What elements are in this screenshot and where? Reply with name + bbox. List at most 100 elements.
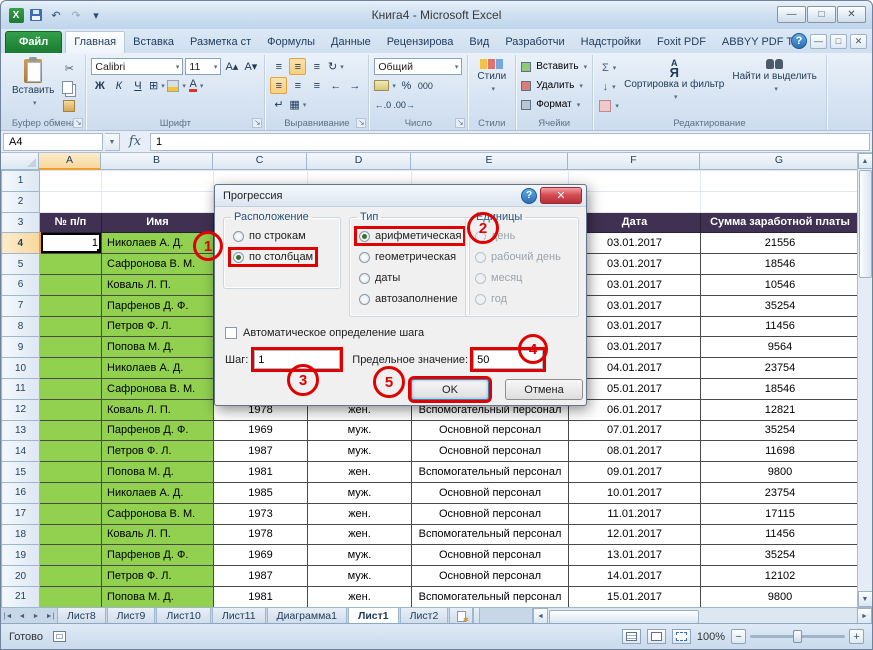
- cell-F15[interactable]: 09.01.2017: [569, 462, 701, 483]
- row-header-12[interactable]: 12: [2, 399, 40, 420]
- view-page-layout-button[interactable]: [647, 629, 666, 644]
- cell-F11[interactable]: 05.01.2017: [569, 378, 701, 399]
- cell-B6[interactable]: Коваль Л. П.: [102, 274, 214, 295]
- cell-A17[interactable]: [40, 503, 102, 524]
- workbook-restore-button[interactable]: □: [830, 34, 847, 49]
- minimize-button[interactable]: —: [777, 6, 806, 23]
- cell-E14[interactable]: Основной персонал: [412, 441, 569, 462]
- cell-G6[interactable]: 10546: [701, 274, 860, 295]
- radio-by-rows[interactable]: по строкам: [231, 229, 308, 243]
- row-header-4[interactable]: 4: [2, 233, 40, 254]
- cell-A12[interactable]: [40, 399, 102, 420]
- scroll-up-icon[interactable]: ▲: [858, 153, 873, 169]
- cell-D20[interactable]: муж.: [308, 566, 412, 587]
- cell-D17[interactable]: жен.: [308, 503, 412, 524]
- cell-B10[interactable]: Николаев А. Д.: [102, 358, 214, 379]
- cell-A7[interactable]: [40, 295, 102, 316]
- vertical-scroll-thumb[interactable]: [859, 170, 872, 278]
- font-color-button[interactable]: А▾: [188, 77, 205, 94]
- cell-F14[interactable]: 08.01.2017: [569, 441, 701, 462]
- cell-F2[interactable]: [569, 191, 701, 212]
- radio-by-columns[interactable]: по столбцам: [231, 250, 315, 264]
- workbook-minimize-button[interactable]: —: [810, 34, 827, 49]
- tab-Разработчи[interactable]: Разработчи: [497, 32, 572, 53]
- save-button[interactable]: [28, 7, 44, 23]
- styles-button[interactable]: Стили ▾: [473, 57, 510, 115]
- row-header-15[interactable]: 15: [2, 462, 40, 483]
- cell-A4[interactable]: 1: [40, 233, 102, 254]
- tab-Вставка[interactable]: Вставка: [125, 32, 182, 53]
- insert-function-icon[interactable]: fx: [122, 134, 148, 149]
- column-header-C[interactable]: C: [213, 153, 307, 170]
- cell-F16[interactable]: 10.01.2017: [569, 482, 701, 503]
- row-header-16[interactable]: 16: [2, 482, 40, 503]
- cell-B1[interactable]: [102, 171, 214, 192]
- decrease-indent-icon[interactable]: ←: [327, 77, 344, 94]
- cell-G20[interactable]: 12102: [701, 566, 860, 587]
- paste-button[interactable]: Вставить ▾: [8, 57, 58, 115]
- cell-D13[interactable]: муж.: [308, 420, 412, 441]
- row-header-9[interactable]: 9: [2, 337, 40, 358]
- increase-font-icon[interactable]: A▴: [223, 58, 240, 75]
- bold-button[interactable]: Ж: [91, 77, 108, 94]
- cell-G7[interactable]: 35254: [701, 295, 860, 316]
- paste-dropdown-arrow[interactable]: ▾: [33, 98, 37, 109]
- cell-E19[interactable]: Основной персонал: [412, 545, 569, 566]
- wrap-text-icon[interactable]: ↵: [270, 96, 287, 113]
- ok-button[interactable]: OK: [411, 379, 489, 400]
- tab-Вид[interactable]: Вид: [461, 32, 497, 53]
- clear-button[interactable]: ▾: [598, 97, 620, 115]
- underline-button[interactable]: Ч: [129, 77, 146, 94]
- cell-C17[interactable]: 1973: [214, 503, 308, 524]
- cell-G3[interactable]: Сумма заработной платы: [701, 212, 860, 233]
- view-page-break-button[interactable]: [672, 629, 691, 644]
- cells-insert-button[interactable]: Вставить▾: [521, 57, 587, 76]
- zoom-thumb[interactable]: [793, 630, 802, 643]
- percent-button[interactable]: %: [398, 77, 415, 94]
- tab-Формулы[interactable]: Формулы: [259, 32, 323, 53]
- borders-button[interactable]: ⊞▾: [148, 77, 165, 94]
- cell-F20[interactable]: 14.01.2017: [569, 566, 701, 587]
- auto-step-checkbox-row[interactable]: Автоматическое определение шага: [225, 327, 424, 339]
- font-size-select[interactable]: 11▾: [185, 58, 221, 75]
- cell-G11[interactable]: 18546: [701, 378, 860, 399]
- cell-A9[interactable]: [40, 337, 102, 358]
- cell-G18[interactable]: 11456: [701, 524, 860, 545]
- cell-B11[interactable]: Сафронова В. М.: [102, 378, 214, 399]
- macro-record-button[interactable]: [53, 631, 66, 642]
- column-header-D[interactable]: D: [307, 153, 411, 170]
- cell-B9[interactable]: Попова М. Д.: [102, 337, 214, 358]
- alignment-dialog-launcher-icon[interactable]: ↘: [356, 118, 366, 128]
- cell-B13[interactable]: Парфенов Д. Ф.: [102, 420, 214, 441]
- cut-button[interactable]: ✂: [58, 59, 80, 77]
- cell-B18[interactable]: Коваль Л. П.: [102, 524, 214, 545]
- radio-arithmetic[interactable]: арифметическая: [357, 229, 463, 243]
- name-box-dropdown-icon[interactable]: ▼: [105, 133, 120, 151]
- cell-G21[interactable]: 9800: [701, 586, 860, 607]
- orientation-icon[interactable]: ↻▾: [327, 58, 344, 75]
- clipboard-dialog-launcher-icon[interactable]: ↘: [73, 118, 83, 128]
- row-header-14[interactable]: 14: [2, 441, 40, 462]
- cell-A11[interactable]: [40, 378, 102, 399]
- tab-Надстройки[interactable]: Надстройки: [573, 32, 649, 53]
- row-header-18[interactable]: 18: [2, 524, 40, 545]
- name-box[interactable]: A4: [3, 133, 103, 151]
- radio-autofill[interactable]: автозаполнение: [357, 292, 460, 306]
- cell-A10[interactable]: [40, 358, 102, 379]
- cell-D18[interactable]: жен.: [308, 524, 412, 545]
- cell-E17[interactable]: Основной персонал: [412, 503, 569, 524]
- qat-customize-button[interactable]: ▾: [88, 7, 104, 23]
- cell-F17[interactable]: 11.01.2017: [569, 503, 701, 524]
- cell-C20[interactable]: 1987: [214, 566, 308, 587]
- cell-B20[interactable]: Петров Ф. Л.: [102, 566, 214, 587]
- format-painter-button[interactable]: [58, 97, 80, 115]
- decrease-font-icon[interactable]: A▾: [242, 58, 259, 75]
- view-normal-button[interactable]: [622, 629, 641, 644]
- cell-B3[interactable]: Имя: [102, 212, 214, 233]
- cell-F12[interactable]: 06.01.2017: [569, 399, 701, 420]
- cell-G1[interactable]: [701, 171, 860, 192]
- cell-E13[interactable]: Основной персонал: [412, 420, 569, 441]
- dialog-close-icon[interactable]: ✕: [540, 187, 582, 204]
- merge-center-icon[interactable]: ▦▾: [289, 96, 306, 113]
- row-header-13[interactable]: 13: [2, 420, 40, 441]
